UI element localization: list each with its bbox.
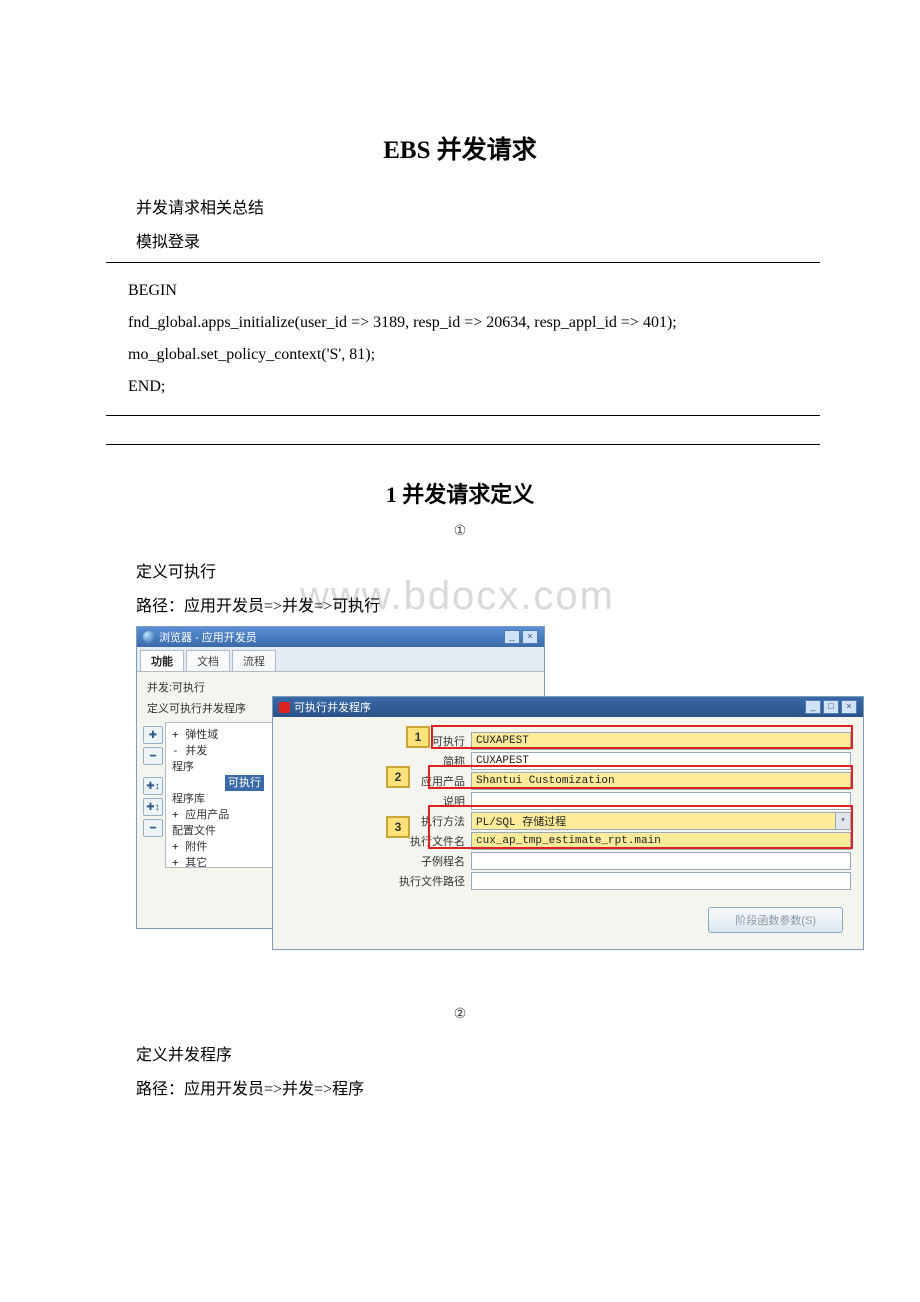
window-minimize-button[interactable]: _ — [504, 630, 520, 644]
label-subroutine: 子例程名 — [285, 853, 471, 869]
window-close-button[interactable]: × — [841, 700, 857, 714]
code-block-frame: BEGIN fnd_global.apps_initialize(user_id… — [106, 262, 820, 445]
code-block: BEGIN fnd_global.apps_initialize(user_id… — [106, 263, 820, 415]
label-file-name: 执行文件名 — [285, 833, 471, 849]
code-line: END; — [128, 371, 802, 403]
window-close-button[interactable]: × — [522, 630, 538, 644]
form-titlebar[interactable]: 可执行并发程序 _ □ × — [273, 697, 863, 717]
input-subroutine[interactable] — [471, 852, 851, 870]
input-executable[interactable]: CUXAPEST — [471, 732, 851, 750]
executable-form-window: 可执行并发程序 _ □ × 可执行 CUXAPEST 简称 CUXAPEST — [272, 696, 864, 950]
input-description[interactable] — [471, 792, 851, 810]
navigator-title-text: 浏览器 - 应用开发员 — [159, 629, 257, 645]
code-line: fnd_global.apps_initialize(user_id => 31… — [128, 307, 802, 339]
subsection-number-1: ① — [100, 523, 820, 540]
select-method[interactable]: PL/SQL 存储过程 ▾ — [471, 812, 851, 830]
section1-line2: 路径：应用开发员=>并发=>可执行 — [100, 592, 820, 616]
window-restore-button[interactable]: □ — [823, 700, 839, 714]
code-blank-row — [106, 415, 820, 444]
label-application: 应用产品 — [285, 773, 471, 789]
subsection-number-2: ② — [100, 1006, 820, 1023]
annotation-badge-2: 2 — [386, 766, 410, 788]
label-file-path: 执行文件路径 — [285, 873, 471, 889]
navigator-tabs: 功能 文档 流程 — [137, 647, 544, 672]
document-title: EBS 并发请求 — [100, 130, 820, 166]
code-line: BEGIN — [128, 275, 802, 307]
input-file-name[interactable]: cux_ap_tmp_estimate_rpt.main — [471, 832, 851, 850]
tab-function[interactable]: 功能 — [140, 650, 184, 671]
section2-line1: 定义并发程序 — [100, 1041, 820, 1065]
intro-line-2: 模拟登录 — [100, 228, 820, 252]
label-short-name: 简称 — [285, 753, 471, 769]
navigator-titlebar[interactable]: 浏览器 - 应用开发员 _ × — [137, 627, 544, 647]
tree-expand-button[interactable]: ✚ — [143, 726, 163, 744]
oracle-icon — [279, 702, 290, 713]
form-title-text: 可执行并发程序 — [294, 699, 371, 715]
form-body: 可执行 CUXAPEST 简称 CUXAPEST 应用产品 Shantui Cu… — [273, 717, 863, 949]
intro-line-1: 并发请求相关总结 — [100, 194, 820, 218]
tree-collapse-button[interactable]: ━ — [143, 747, 163, 765]
label-method: 执行方法 — [285, 813, 471, 829]
input-short-name[interactable]: CUXAPEST — [471, 752, 851, 770]
code-line: mo_global.set_policy_context('S', 81); — [128, 339, 802, 371]
input-file-path[interactable] — [471, 872, 851, 890]
annotation-badge-1: 1 — [406, 726, 430, 748]
tab-document[interactable]: 文档 — [186, 650, 230, 671]
tree-expand-all-button[interactable]: ✚↕ — [143, 777, 163, 795]
annotation-badge-3: 3 — [386, 816, 410, 838]
stage-params-button[interactable]: 阶段函数参数(S) — [708, 907, 843, 933]
section1-line1: 定义可执行 — [100, 558, 820, 582]
window-minimize-button[interactable]: _ — [805, 700, 821, 714]
input-application[interactable]: Shantui Customization — [471, 772, 851, 790]
tree-collapse-all-button[interactable]: ✚↕ — [143, 798, 163, 816]
nav-path-line1: 并发:可执行 — [143, 676, 538, 698]
tree-button-column: ✚ ━ ✚↕ ✚↕ ━ — [143, 722, 165, 868]
label-description: 说明 — [285, 793, 471, 809]
section-heading-1: 1 并发请求定义 — [100, 477, 820, 509]
label-executable: 可执行 — [285, 733, 471, 749]
tree-collapse-branch-button[interactable]: ━ — [143, 819, 163, 837]
ebs-screenshot: 浏览器 - 应用开发员 _ × 功能 文档 流程 并发:可执行 定义可执行并发程… — [136, 626, 858, 986]
globe-icon — [143, 631, 155, 643]
tab-process[interactable]: 流程 — [232, 650, 276, 671]
section2-line2: 路径：应用开发员=>并发=>程序 — [100, 1075, 820, 1099]
chevron-down-icon[interactable]: ▾ — [835, 813, 850, 829]
